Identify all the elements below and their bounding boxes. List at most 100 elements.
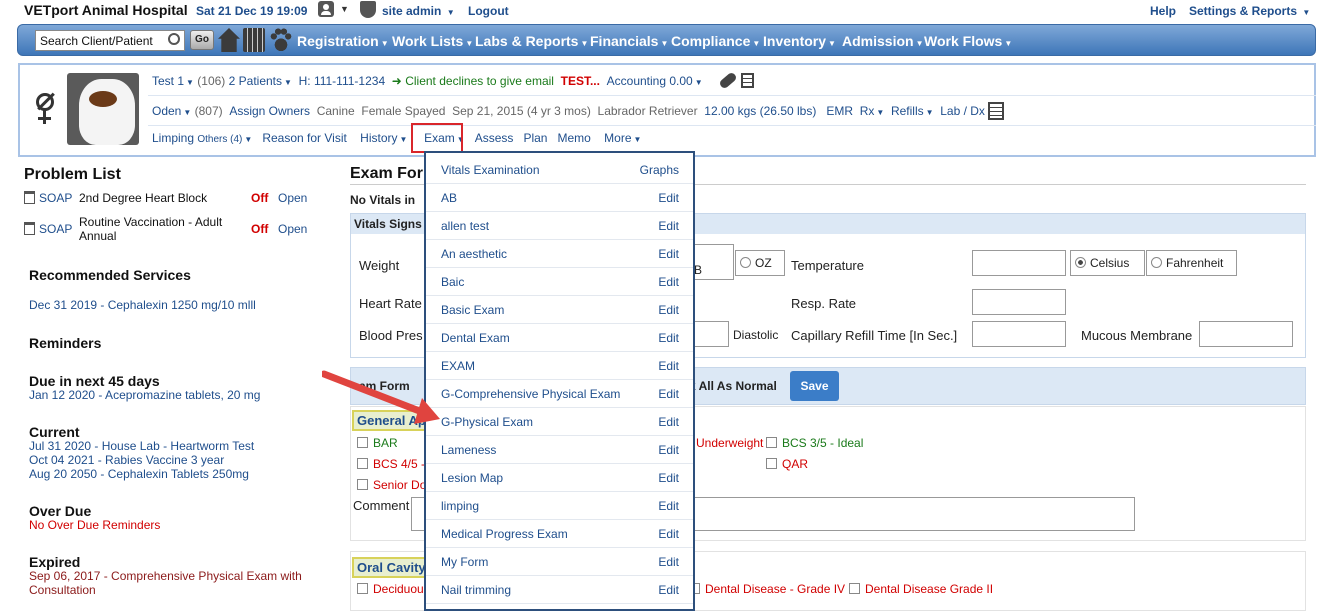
edit-link[interactable]: Edit	[658, 331, 679, 345]
exam-form-item[interactable]: Baic Edit	[426, 268, 693, 296]
menu-registration[interactable]: Registration ▼	[297, 33, 389, 49]
exam-form-item[interactable]: G-Comprehensive Physical Exam Edit	[426, 380, 693, 408]
resp-rate-input[interactable]	[972, 289, 1066, 315]
client-phone[interactable]: H: 111-111-1234	[299, 74, 386, 88]
diastolic-input[interactable]	[691, 321, 729, 347]
bcs-ideal-item[interactable]: BCS 3/5 - Ideal	[766, 436, 863, 450]
checkbox[interactable]	[357, 437, 368, 448]
graphs-link[interactable]: Graphs	[640, 163, 679, 177]
menu-admission[interactable]: Admission ▼	[842, 33, 924, 49]
problem-open-link[interactable]: Open	[278, 191, 307, 205]
notes-icon[interactable]	[988, 102, 1005, 120]
tab-memo[interactable]: Memo	[557, 131, 590, 145]
refills-menu[interactable]: Refills ▼	[891, 104, 934, 118]
user-icon[interactable]	[318, 1, 334, 17]
capillary-input[interactable]	[972, 321, 1066, 347]
mucous-input[interactable]	[1199, 321, 1293, 347]
exam-form-item[interactable]: My Form Edit	[426, 548, 693, 576]
exam-form-item[interactable]: Lameness Edit	[426, 436, 693, 464]
menu-compliance[interactable]: Compliance ▼	[671, 33, 760, 49]
trash-icon[interactable]	[24, 191, 35, 204]
soap-link[interactable]: SOAP	[39, 222, 72, 236]
checkbox[interactable]	[357, 479, 368, 490]
pet-photo[interactable]	[67, 73, 139, 145]
exam-form-item[interactable]: Nail trimming Edit	[426, 576, 693, 604]
edit-link[interactable]: Edit	[658, 247, 679, 261]
tab-history[interactable]: History ▼	[360, 131, 407, 145]
current-item[interactable]: Aug 20 2050 - Cephalexin Tablets 250mg	[29, 467, 249, 481]
edit-link[interactable]: Edit	[658, 219, 679, 233]
exam-form-item[interactable]: Basic Exam Edit	[426, 296, 693, 324]
logout-link[interactable]: Logout	[468, 4, 509, 18]
checkbox[interactable]	[357, 583, 368, 594]
patient-name-menu[interactable]: Oden ▼	[152, 104, 191, 118]
mark-all-normal[interactable]: k All As Normal	[689, 379, 777, 393]
edit-link[interactable]: Edit	[658, 275, 679, 289]
tab-assess[interactable]: Assess	[475, 131, 514, 145]
home-icon[interactable]	[218, 28, 240, 52]
current-item[interactable]: Jul 31 2020 - House Lab - Heartworm Test	[29, 439, 254, 453]
trash-icon[interactable]	[24, 222, 35, 235]
accounting-menu[interactable]: Accounting 0.00 ▼	[607, 74, 703, 88]
tab-reason-for-visit[interactable]: Reason for Visit	[262, 131, 347, 145]
exam-form-item[interactable]: AB Edit	[426, 184, 693, 212]
settings-reports-menu[interactable]: Settings & Reports ▼	[1189, 4, 1310, 18]
edit-link[interactable]: Edit	[658, 191, 679, 205]
others-menu[interactable]: Others (4) ▼	[197, 134, 252, 145]
oz-option[interactable]: OZ	[735, 250, 785, 276]
exam-form-item[interactable]: limping Edit	[426, 492, 693, 520]
exam-form-item[interactable]: Lesion Map Edit	[426, 464, 693, 492]
underweight-item[interactable]: Underweight	[696, 436, 763, 450]
general-item[interactable]: BAR	[357, 436, 398, 450]
edit-link[interactable]: Edit	[658, 527, 679, 541]
paw-icon[interactable]	[269, 28, 293, 52]
checkbox[interactable]	[766, 458, 777, 469]
lab-dx-link[interactable]: Lab / Dx	[940, 104, 985, 118]
tab-more[interactable]: More ▼	[604, 131, 641, 145]
edit-link[interactable]: Edit	[658, 303, 679, 317]
checkbox[interactable]	[357, 458, 368, 469]
current-item[interactable]: Oct 04 2021 - Rabies Vaccine 3 year	[29, 453, 224, 467]
chevron-down-icon[interactable]: ▼	[340, 4, 349, 14]
menu-labs-reports[interactable]: Labs & Reports ▼	[475, 33, 588, 49]
recommended-item[interactable]: Dec 31 2019 - Cephalexin 1250 mg/10 mlll	[29, 298, 256, 312]
oral-item[interactable]: Dental Disease Grade II	[849, 582, 993, 596]
checkbox[interactable]	[849, 583, 860, 594]
problem-open-link[interactable]: Open	[278, 222, 307, 236]
menu-work-lists[interactable]: Work Lists ▼	[392, 33, 473, 49]
tab-plan[interactable]: Plan	[523, 131, 547, 145]
edit-link[interactable]: Edit	[658, 359, 679, 373]
client-name-menu[interactable]: Test 1 ▼	[152, 74, 194, 88]
exam-form-item[interactable]: EXAM Edit	[426, 352, 693, 380]
checkbox[interactable]	[766, 437, 777, 448]
edit-link[interactable]: Edit	[658, 555, 679, 569]
menu-work-flows[interactable]: Work Flows ▼	[924, 33, 1012, 49]
due-item[interactable]: Jan 12 2020 - Acepromazine tablets, 20 m…	[29, 388, 260, 402]
vitals-examination-link[interactable]: Vitals Examination	[441, 163, 540, 177]
fahrenheit-radio[interactable]	[1151, 257, 1162, 268]
dropdown-header-row[interactable]: Vitals Examination Graphs	[426, 156, 693, 184]
expired-item[interactable]: Sep 06, 2017 - Comprehensive Physical Ex…	[29, 569, 302, 583]
search-input[interactable]: Search Client/Patient	[35, 30, 185, 51]
qar-item[interactable]: QAR	[766, 457, 808, 471]
soap-link[interactable]: SOAP	[39, 191, 72, 205]
exam-form-item[interactable]: Dental Exam Edit	[426, 324, 693, 352]
exam-form-item[interactable]: allen test Edit	[426, 212, 693, 240]
celsius-option[interactable]: Celsius	[1070, 250, 1145, 276]
search-icon[interactable]	[168, 33, 180, 45]
edit-link[interactable]: Edit	[658, 387, 679, 401]
pill-icon[interactable]	[718, 71, 739, 90]
edit-link[interactable]: Edit	[658, 499, 679, 513]
general-item[interactable]: Senior Do	[357, 478, 426, 492]
assign-owners-link[interactable]: Assign Owners	[229, 104, 310, 118]
rx-menu[interactable]: Rx ▼	[860, 104, 885, 118]
save-button[interactable]: Save	[790, 371, 839, 401]
exam-form-item[interactable]: An aesthetic Edit	[426, 240, 693, 268]
weight-link[interactable]: 12.00 kgs (26.50 lbs)	[704, 104, 816, 118]
edit-link[interactable]: Edit	[658, 415, 679, 429]
celsius-radio[interactable]	[1075, 257, 1086, 268]
exam-form-item[interactable]: Medical Progress Exam Edit	[426, 520, 693, 548]
edit-link[interactable]: Edit	[658, 471, 679, 485]
menu-inventory[interactable]: Inventory ▼	[763, 33, 836, 49]
edit-link[interactable]: Edit	[658, 443, 679, 457]
